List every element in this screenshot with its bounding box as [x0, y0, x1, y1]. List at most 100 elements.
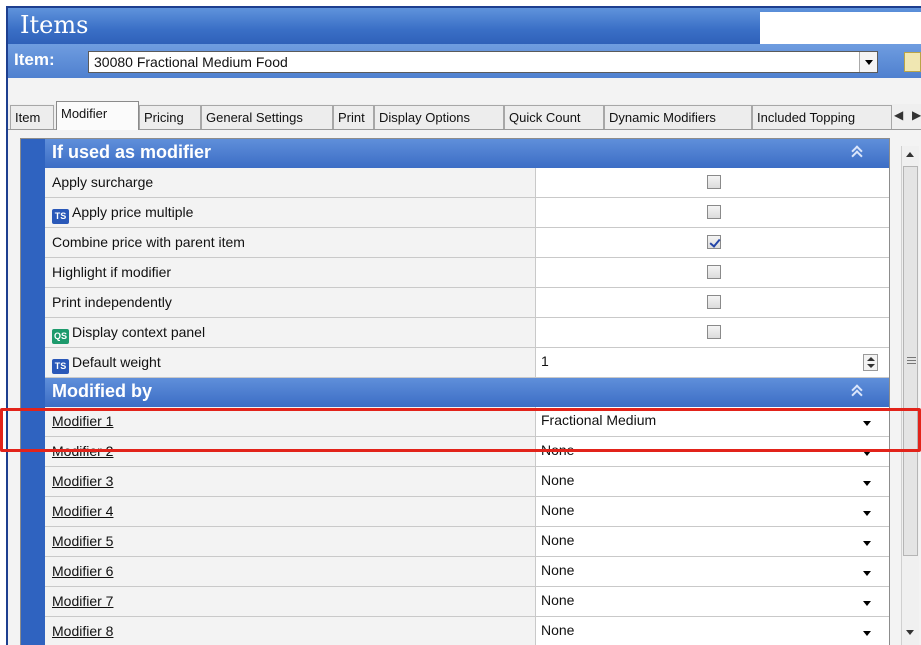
ts-icon: TS: [52, 359, 69, 374]
dropdown-value: Fractional Medium: [541, 412, 657, 428]
row-modifier-2: Modifier 2 None: [45, 437, 889, 467]
row-label: Apply price multiple: [72, 204, 194, 220]
chevron-down-icon[interactable]: [863, 601, 871, 606]
item-label: Item:: [14, 50, 55, 69]
row-label: Highlight if modifier: [45, 258, 536, 287]
dropdown-value: None: [541, 442, 575, 458]
apply-surcharge-checkbox[interactable]: [707, 175, 721, 189]
chevron-down-icon[interactable]: [863, 631, 871, 636]
tab-display-options[interactable]: Display Options: [374, 105, 504, 129]
row-default-weight: TS Default weight 1: [45, 348, 889, 378]
row-label: Display context panel: [72, 324, 206, 340]
row-modifier-1: Modifier 1 Fractional Medium: [45, 407, 889, 437]
modifier-5-link[interactable]: Modifier 5: [45, 527, 536, 556]
row-modifier-8: Modifier 8 None: [45, 617, 889, 645]
modifier-1-link[interactable]: Modifier 1: [45, 407, 536, 436]
print-independently-checkbox[interactable]: [707, 295, 721, 309]
chevron-down-icon[interactable]: [863, 511, 871, 516]
modifier-3-dropdown[interactable]: None: [537, 467, 889, 496]
tab-print[interactable]: Print: [333, 105, 374, 129]
title-bar-blank-pane: [760, 12, 921, 44]
row-value-cell: [537, 168, 889, 197]
row-display-context-panel: QS Display context panel: [45, 318, 889, 348]
section-title: If used as modifier: [52, 142, 212, 162]
row-label-cell: QS Display context panel: [45, 318, 536, 347]
row-value-cell: [537, 198, 889, 227]
row-label-cell: TS Apply price multiple: [45, 198, 536, 227]
tab-pricing[interactable]: Pricing: [139, 105, 201, 129]
title-bar: Items: [8, 8, 921, 44]
modifier-7-link[interactable]: Modifier 7: [45, 587, 536, 616]
row-label-cell: TS Default weight: [45, 348, 536, 377]
item-combo-value: 30080 Fractional Medium Food: [94, 54, 288, 70]
row-print-independently: Print independently: [45, 288, 889, 318]
dropdown-value: None: [541, 502, 575, 518]
tab-included-topping[interactable]: Included Topping: [752, 105, 892, 129]
row-apply-surcharge: Apply surcharge: [45, 168, 889, 198]
modifier-2-link[interactable]: Modifier 2: [45, 437, 536, 466]
row-value-cell: [537, 318, 889, 347]
row-apply-price-multiple: TS Apply price multiple: [45, 198, 889, 228]
grid-left-strip: [21, 139, 45, 645]
grid-lookup-icon[interactable]: [904, 52, 921, 72]
tab-general-settings[interactable]: General Settings: [201, 105, 333, 129]
modifier-4-link[interactable]: Modifier 4: [45, 497, 536, 526]
highlight-if-modifier-checkbox[interactable]: [707, 265, 721, 279]
display-context-panel-checkbox[interactable]: [707, 325, 721, 339]
collapse-icon[interactable]: [850, 384, 864, 398]
modifier-7-dropdown[interactable]: None: [537, 587, 889, 616]
row-label: Combine price with parent item: [45, 228, 536, 257]
chevron-down-icon[interactable]: [863, 421, 871, 426]
row-highlight-if-modifier: Highlight if modifier: [45, 258, 889, 288]
items-window: Items Item: 30080 Fractional Medium Food…: [6, 6, 921, 645]
modifier-6-dropdown[interactable]: None: [537, 557, 889, 586]
row-value-cell: [537, 288, 889, 317]
chevron-down-icon[interactable]: [863, 481, 871, 486]
spinner-icon[interactable]: [863, 354, 878, 371]
grip-icon: [907, 357, 916, 364]
row-modifier-4: Modifier 4 None: [45, 497, 889, 527]
properties-grid: If used as modifier Apply surcharge TS Ap…: [20, 138, 890, 645]
default-weight-field[interactable]: 1: [537, 348, 889, 377]
vertical-scrollbar[interactable]: [901, 146, 919, 645]
tab-scroll-left-icon[interactable]: ◀: [894, 108, 903, 122]
dropdown-value: None: [541, 472, 575, 488]
modifier-8-link[interactable]: Modifier 8: [45, 617, 536, 645]
window-title: Items: [20, 11, 89, 39]
modifier-4-dropdown[interactable]: None: [537, 497, 889, 526]
item-combo[interactable]: 30080 Fractional Medium Food: [88, 51, 878, 73]
modifier-2-dropdown[interactable]: None: [537, 437, 889, 466]
row-value-cell: [537, 258, 889, 287]
row-label: Print independently: [45, 288, 536, 317]
tab-item[interactable]: Item: [10, 105, 54, 129]
modifier-8-dropdown[interactable]: None: [537, 617, 889, 645]
apply-price-multiple-checkbox[interactable]: [707, 205, 721, 219]
modifier-5-dropdown[interactable]: None: [537, 527, 889, 556]
chevron-down-icon[interactable]: [863, 451, 871, 456]
scroll-up-icon[interactable]: [906, 152, 914, 157]
row-modifier-6: Modifier 6 None: [45, 557, 889, 587]
modifier-6-link[interactable]: Modifier 6: [45, 557, 536, 586]
collapse-icon[interactable]: [850, 145, 864, 159]
row-modifier-3: Modifier 3 None: [45, 467, 889, 497]
qs-icon: QS: [52, 329, 69, 344]
chevron-down-icon[interactable]: [859, 52, 877, 72]
scroll-down-icon[interactable]: [906, 630, 914, 635]
section-title: Modified by: [52, 381, 152, 401]
row-modifier-7: Modifier 7 None: [45, 587, 889, 617]
chevron-down-icon[interactable]: [863, 541, 871, 546]
row-value-cell: [537, 228, 889, 257]
item-selector-bar: Item: 30080 Fractional Medium Food: [8, 44, 921, 78]
tab-modifier[interactable]: Modifier: [56, 101, 139, 130]
modifier-1-dropdown[interactable]: Fractional Medium: [537, 407, 889, 436]
scroll-thumb[interactable]: [903, 166, 918, 556]
chevron-down-icon[interactable]: [863, 571, 871, 576]
tab-dynamic-modifiers[interactable]: Dynamic Modifiers: [604, 105, 752, 129]
tab-quick-count[interactable]: Quick Count: [504, 105, 604, 129]
combine-price-checkbox[interactable]: [707, 235, 721, 249]
dropdown-value: None: [541, 622, 575, 638]
row-combine-price: Combine price with parent item: [45, 228, 889, 258]
modifier-3-link[interactable]: Modifier 3: [45, 467, 536, 496]
tab-scroll-right-icon[interactable]: ▶: [912, 108, 921, 122]
row-modifier-5: Modifier 5 None: [45, 527, 889, 557]
